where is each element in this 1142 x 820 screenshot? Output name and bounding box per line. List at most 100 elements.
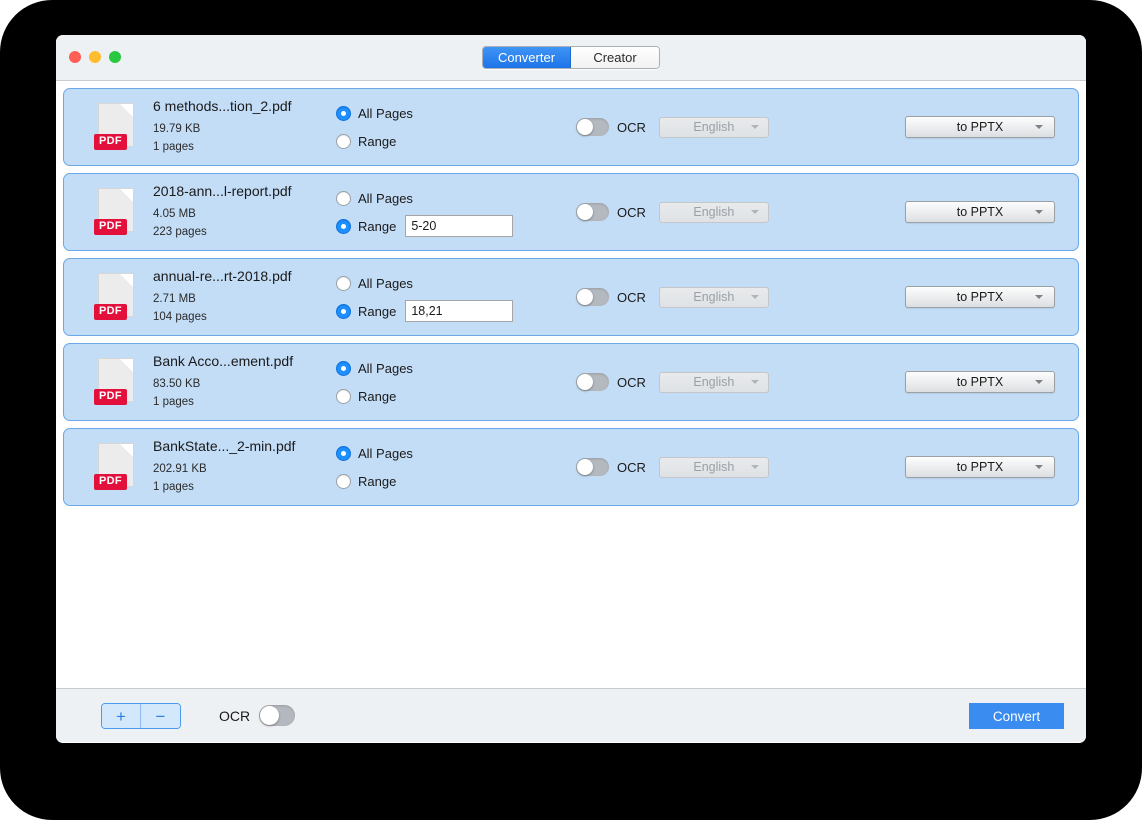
global-ocr-toggle[interactable] bbox=[259, 705, 296, 726]
range-input[interactable]: 5-20 bbox=[405, 215, 514, 237]
page-range-options[interactable]: All Pages Range 5-20 bbox=[336, 184, 536, 240]
file-list[interactable]: PDF 6 methods...tion_2.pdf 19.79 KB 1 pa… bbox=[56, 81, 1086, 688]
page-range-options[interactable]: All Pages Range bbox=[336, 354, 536, 410]
pdf-badge-label: PDF bbox=[94, 219, 127, 235]
radio-all-pages-label: All Pages bbox=[358, 275, 413, 291]
table-row[interactable]: PDF 6 methods...tion_2.pdf 19.79 KB 1 pa… bbox=[63, 88, 1079, 166]
chevron-down-icon bbox=[1035, 465, 1043, 469]
chevron-down-icon bbox=[1035, 210, 1043, 214]
ocr-language-value: English bbox=[693, 205, 735, 219]
file-page-count: 1 pages bbox=[153, 480, 194, 493]
chevron-down-icon bbox=[750, 125, 759, 129]
ocr-language-value: English bbox=[693, 120, 735, 134]
page-range-options[interactable]: All Pages Range bbox=[336, 99, 536, 155]
file-info: 2018-ann...l-report.pdf 4.05 MB 223 page… bbox=[153, 183, 328, 242]
chevron-down-icon bbox=[750, 465, 759, 469]
global-ocr-controls[interactable]: OCR bbox=[219, 705, 296, 726]
ocr-toggle[interactable] bbox=[576, 203, 609, 221]
radio-all-pages[interactable] bbox=[336, 360, 351, 376]
chevron-down-icon bbox=[1035, 380, 1043, 384]
ocr-controls[interactable]: OCR English bbox=[576, 371, 836, 393]
ocr-label: OCR bbox=[617, 374, 646, 390]
radio-all-pages[interactable] bbox=[336, 190, 351, 206]
chevron-down-icon bbox=[750, 380, 759, 384]
pdf-badge-label: PDF bbox=[94, 389, 127, 405]
ocr-language-select[interactable]: English bbox=[658, 201, 769, 223]
add-file-button[interactable]: + bbox=[102, 704, 141, 728]
radio-range[interactable] bbox=[336, 388, 351, 404]
chevron-down-icon bbox=[750, 210, 759, 214]
chevron-down-icon bbox=[1035, 125, 1043, 129]
ocr-controls[interactable]: OCR English bbox=[576, 116, 836, 138]
output-format-select[interactable]: to PPTX bbox=[905, 371, 1055, 393]
output-format-container[interactable]: to PPTX bbox=[905, 371, 1055, 393]
ocr-label: OCR bbox=[617, 289, 646, 305]
ocr-toggle[interactable] bbox=[576, 288, 609, 306]
output-format-container[interactable]: to PPTX bbox=[905, 201, 1055, 223]
radio-range[interactable] bbox=[336, 473, 351, 489]
file-info: annual-re...rt-2018.pdf 2.71 MB 104 page… bbox=[153, 268, 328, 327]
output-format-select[interactable]: to PPTX bbox=[905, 286, 1055, 308]
range-input[interactable]: 18,21 bbox=[405, 300, 514, 322]
ocr-language-select[interactable]: English bbox=[658, 116, 769, 138]
output-format-select[interactable]: to PPTX bbox=[905, 456, 1055, 478]
radio-range[interactable] bbox=[336, 133, 351, 149]
file-name: BankState..._2-min.pdf bbox=[153, 437, 296, 454]
ocr-toggle[interactable] bbox=[576, 118, 609, 136]
output-format-value: to PPTX bbox=[956, 375, 1004, 389]
convert-button[interactable]: Convert bbox=[969, 703, 1064, 729]
radio-all-pages-label: All Pages bbox=[358, 190, 413, 206]
file-size: 4.05 MB bbox=[153, 207, 196, 220]
tab-converter[interactable]: Converter bbox=[483, 47, 571, 68]
ocr-language-select[interactable]: English bbox=[658, 286, 769, 308]
radio-range-label: Range bbox=[358, 133, 397, 149]
file-size: 202.91 KB bbox=[153, 462, 207, 475]
output-format-select[interactable]: to PPTX bbox=[905, 116, 1055, 138]
zoom-window-button[interactable] bbox=[109, 51, 121, 63]
ocr-language-select[interactable]: English bbox=[658, 371, 769, 393]
file-name: 6 methods...tion_2.pdf bbox=[153, 97, 292, 114]
ocr-label: OCR bbox=[617, 459, 646, 475]
ocr-toggle[interactable] bbox=[576, 373, 609, 391]
table-row[interactable]: PDF annual-re...rt-2018.pdf 2.71 MB 104 … bbox=[63, 258, 1079, 336]
radio-all-pages[interactable] bbox=[336, 445, 351, 461]
ocr-language-select[interactable]: English bbox=[658, 456, 769, 478]
radio-all-pages-label: All Pages bbox=[358, 360, 413, 376]
table-row[interactable]: PDF 2018-ann...l-report.pdf 4.05 MB 223 … bbox=[63, 173, 1079, 251]
output-format-value: to PPTX bbox=[956, 120, 1004, 134]
radio-range[interactable] bbox=[336, 303, 351, 319]
ocr-controls[interactable]: OCR English bbox=[576, 201, 836, 223]
radio-all-pages[interactable] bbox=[336, 275, 351, 291]
output-format-select[interactable]: to PPTX bbox=[905, 201, 1055, 223]
ocr-language-value: English bbox=[693, 460, 735, 474]
ocr-controls[interactable]: OCR English bbox=[576, 456, 836, 478]
close-window-button[interactable] bbox=[69, 51, 81, 63]
tab-creator[interactable]: Creator bbox=[571, 47, 659, 68]
radio-range[interactable] bbox=[336, 218, 351, 234]
chevron-down-icon bbox=[1035, 295, 1043, 299]
table-row[interactable]: PDF BankState..._2-min.pdf 202.91 KB 1 p… bbox=[63, 428, 1079, 506]
radio-range-label: Range bbox=[358, 388, 397, 404]
page-range-options[interactable]: All Pages Range bbox=[336, 439, 536, 495]
ocr-controls[interactable]: OCR English bbox=[576, 286, 836, 308]
radio-all-pages-label: All Pages bbox=[358, 105, 413, 121]
table-row[interactable]: PDF Bank Acco...ement.pdf 83.50 KB 1 pag… bbox=[63, 343, 1079, 421]
ocr-toggle[interactable] bbox=[576, 458, 609, 476]
output-format-container[interactable]: to PPTX bbox=[905, 286, 1055, 308]
radio-all-pages[interactable] bbox=[336, 105, 351, 121]
pdf-badge-label: PDF bbox=[94, 304, 127, 320]
output-format-container[interactable]: to PPTX bbox=[905, 456, 1055, 478]
output-format-container[interactable]: to PPTX bbox=[905, 116, 1055, 138]
file-info: BankState..._2-min.pdf 202.91 KB 1 pages bbox=[153, 438, 328, 497]
file-size: 19.79 KB bbox=[153, 122, 201, 135]
add-remove-segmented-control[interactable]: + − bbox=[101, 703, 181, 729]
global-ocr-label: OCR bbox=[219, 707, 251, 724]
remove-file-button[interactable]: − bbox=[141, 704, 180, 728]
file-page-count: 104 pages bbox=[153, 310, 207, 323]
ocr-label: OCR bbox=[617, 119, 646, 135]
minimize-window-button[interactable] bbox=[89, 51, 101, 63]
output-format-value: to PPTX bbox=[956, 290, 1004, 304]
mode-segmented-control[interactable]: Converter Creator bbox=[482, 46, 660, 69]
pdf-badge-label: PDF bbox=[94, 134, 127, 150]
page-range-options[interactable]: All Pages Range 18,21 bbox=[336, 269, 536, 325]
